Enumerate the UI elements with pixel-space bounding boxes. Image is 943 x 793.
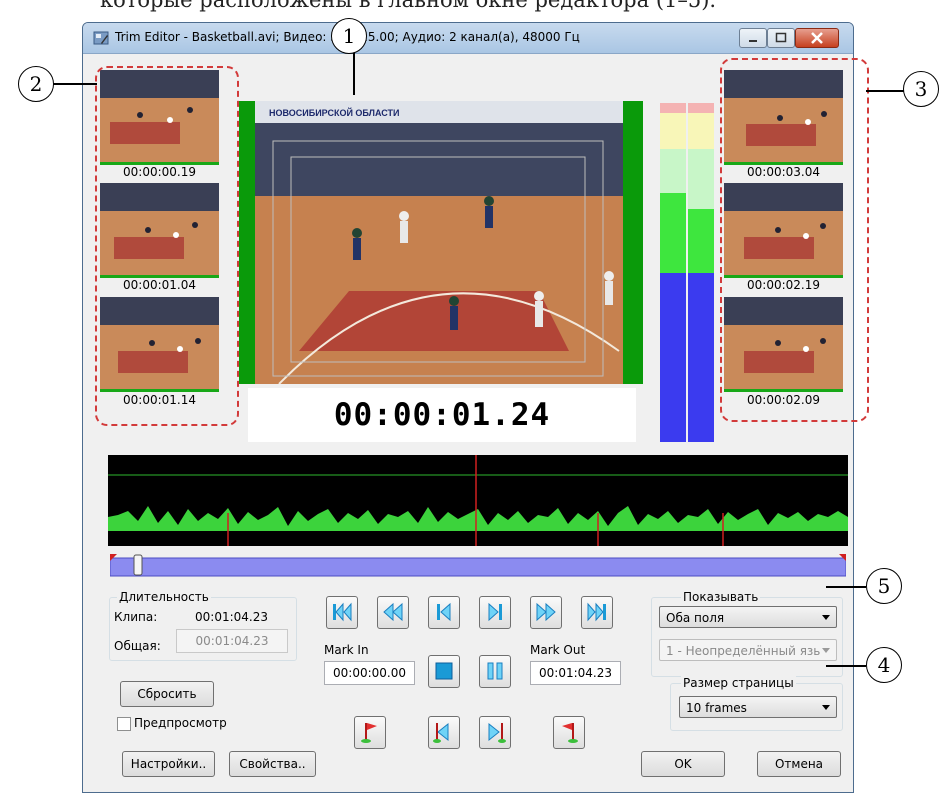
go-to-start-button[interactable] (326, 596, 358, 629)
page-size-select-value: 10 frames (686, 701, 747, 715)
fast-forward-icon (536, 602, 556, 622)
app-icon (93, 31, 109, 45)
clip-duration-value: 00:01:04.23 (195, 610, 268, 624)
set-mark-in-button[interactable] (354, 716, 386, 749)
callout-2-leader (52, 83, 97, 85)
total-duration-field: 00:01:04.23 (176, 629, 288, 653)
close-button[interactable] (795, 28, 839, 48)
duration-group-label: Длительность (117, 590, 211, 604)
pause-button[interactable] (479, 655, 511, 688)
go-to-end-button[interactable] (581, 596, 613, 629)
maximize-button[interactable] (767, 28, 795, 48)
language-select-value: 1 - Неопределённый язь (666, 644, 821, 658)
stop-icon (435, 662, 453, 680)
stop-button[interactable] (428, 655, 460, 688)
properties-button[interactable]: Свойства.. (229, 751, 316, 777)
chevron-down-icon (822, 648, 830, 653)
callout-1: 1 (331, 18, 367, 54)
preview-checkbox[interactable] (117, 717, 131, 731)
callout-5-leader (826, 586, 866, 588)
chevron-down-icon (822, 705, 830, 710)
preview-checkbox-label: Предпросмотр (134, 716, 227, 730)
fields-select-value: Оба поля (666, 611, 725, 625)
page-size-group-label: Размер страницы (681, 676, 796, 690)
previous-frame-button[interactable] (428, 596, 460, 629)
callout-4-leader (826, 665, 866, 667)
mark-in-field[interactable]: 00:00:00.00 (324, 661, 415, 685)
mark-out-field[interactable]: 00:01:04.23 (530, 661, 621, 685)
audio-meter-right (688, 103, 714, 442)
minimize-icon (749, 40, 757, 42)
thumbnails-right-highlight (720, 58, 869, 422)
minimize-button[interactable] (739, 28, 767, 48)
cancel-button[interactable]: Отмена (757, 751, 841, 777)
callout-1-leader (353, 53, 355, 95)
banner-text: НОВОСИБИРСКОЙ ОБЛАСТИ (269, 107, 400, 118)
current-timecode: 00:00:01.24 (248, 388, 636, 442)
thumbnails-left-highlight (95, 66, 239, 426)
go-to-mark-out-icon (488, 722, 506, 743)
clip-label: Клипа: (114, 610, 158, 624)
chevron-down-icon (822, 615, 830, 620)
go-to-mark-in-icon (433, 722, 449, 743)
fields-select[interactable]: Оба поля (659, 606, 837, 628)
ok-button[interactable]: OK (641, 751, 725, 777)
mark-in-label: Mark In (324, 643, 369, 657)
total-label: Общая: (114, 639, 161, 653)
timeline-track (109, 554, 847, 577)
language-select: 1 - Неопределённый язь (659, 639, 837, 661)
previous-frame-icon (437, 602, 451, 622)
fast-forward-button[interactable] (530, 596, 562, 629)
rewind-button[interactable] (377, 596, 409, 629)
basketball-preview-frame: НОВОСИБИРСКОЙ ОБЛАСТИ (239, 101, 643, 385)
flag-in-icon (361, 723, 377, 743)
rewind-icon (383, 602, 403, 622)
video-preview[interactable]: НОВОСИБИРСКОЙ ОБЛАСТИ (239, 101, 643, 385)
callout-3-leader (866, 90, 906, 92)
close-icon (811, 32, 823, 44)
maximize-icon (775, 32, 787, 43)
settings-button[interactable]: Настройки.. (122, 751, 215, 777)
timeline-slider[interactable] (109, 554, 847, 577)
callout-5: 5 (866, 568, 902, 604)
show-group-label: Показывать (681, 590, 761, 604)
next-frame-icon (488, 602, 502, 622)
playhead-handle[interactable] (133, 554, 143, 576)
set-mark-out-button[interactable] (553, 716, 585, 749)
go-to-mark-out-button[interactable] (479, 716, 511, 749)
mark-out-label: Mark Out (530, 643, 586, 657)
skip-to-start-icon (333, 602, 352, 622)
page-size-select[interactable]: 10 frames (679, 696, 837, 718)
go-to-mark-in-button[interactable] (428, 716, 460, 749)
callout-4: 4 (866, 647, 902, 683)
audio-waveform[interactable] (108, 455, 848, 546)
flag-out-icon (562, 723, 578, 743)
skip-to-end-icon (587, 602, 606, 622)
next-frame-button[interactable] (479, 596, 511, 629)
callout-2: 2 (18, 66, 54, 102)
pause-icon (487, 662, 503, 680)
waveform-graphic (108, 455, 848, 546)
audio-meter-left (660, 103, 686, 442)
document-text: которые расположены в главном окне редак… (100, 0, 717, 12)
title-bar[interactable]: Trim Editor - Basketball.avi; Видео: 576… (83, 23, 853, 54)
reset-button[interactable]: Сбросить (120, 681, 214, 707)
callout-3: 3 (903, 71, 939, 107)
